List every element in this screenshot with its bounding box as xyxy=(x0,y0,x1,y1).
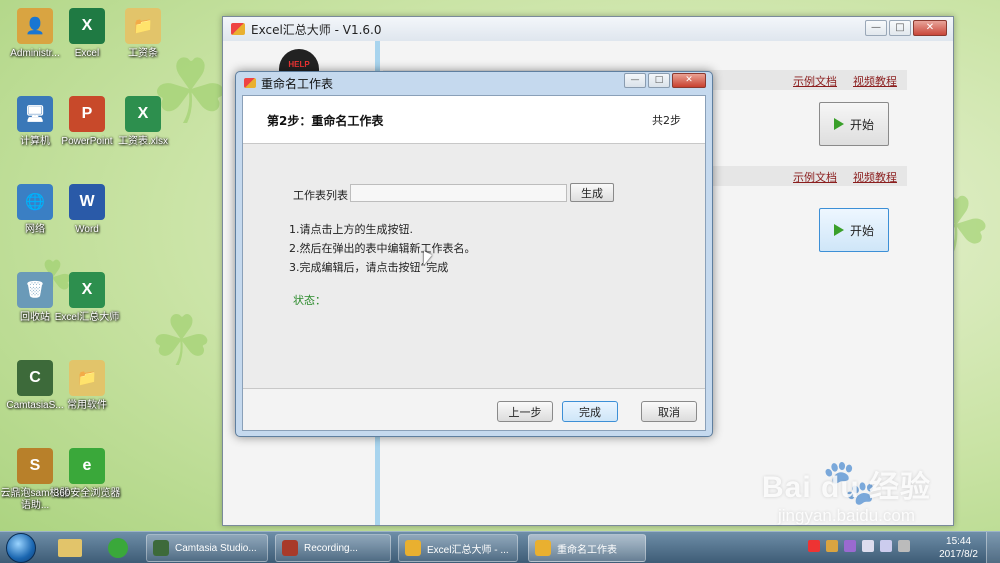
dialog-title: 重命名工作表 xyxy=(261,76,334,91)
network-icon[interactable] xyxy=(880,540,892,552)
main-window-title: Excel汇总大师 - V1.6.0 xyxy=(251,22,382,37)
video-tutorial-link[interactable]: 视频教程 xyxy=(853,169,897,185)
cancel-button[interactable]: 取消 xyxy=(641,401,697,422)
desktop-icon-glyph: 👤 xyxy=(17,8,53,44)
clock-date: 2017/8/2 xyxy=(939,549,978,560)
sample-doc-link[interactable]: 示例文档 xyxy=(793,169,837,185)
taskbar-item-label: Camtasia Studio... xyxy=(175,542,257,554)
ime-icon[interactable] xyxy=(808,540,820,552)
instruction-step-1: 1.请点击上方的生成按钮. xyxy=(289,223,413,236)
rename-sheet-dialog[interactable]: 重命名工作表 — □ ✕ 第2步：重命名工作表 共2步 工作表列表： 生成 1.… xyxy=(235,71,713,437)
desktop-icon-glyph: e xyxy=(69,448,105,484)
browser-pin-icon[interactable] xyxy=(98,536,138,560)
desktop-icon[interactable]: X 工资表.xlsx xyxy=(108,96,178,148)
taskbar-item-label: 重命名工作表 xyxy=(557,544,617,556)
desktop-icon-glyph: 📁 xyxy=(69,360,105,396)
desktop-icon-label: 工资条 xyxy=(128,48,158,59)
dialog-body: 第2步：重命名工作表 共2步 工作表列表： 生成 1.请点击上方的生成按钮. 2… xyxy=(242,95,706,431)
desktop-icon-label: Word xyxy=(75,224,99,235)
watermark-logo: Bai du 经验 xyxy=(762,471,932,504)
play-icon xyxy=(833,224,844,236)
desktop-icon-label: 360安全浏览器 xyxy=(53,488,121,499)
desktop-icon[interactable]: e 360安全浏览器 xyxy=(52,448,122,500)
taskbar-item[interactable]: 重命名工作表 xyxy=(528,534,646,562)
dialog-footer: 上一步 完成 取消 xyxy=(243,388,705,430)
desktop-icon-glyph: C xyxy=(17,360,53,396)
show-desktop-button[interactable] xyxy=(986,532,1000,563)
dialog-maximize-button[interactable]: □ xyxy=(648,73,670,88)
dialog-app-icon xyxy=(244,78,256,88)
sample-doc-link[interactable]: 示例文档 xyxy=(793,73,837,89)
start-button-label: 开始 xyxy=(849,117,874,132)
desktop-icon[interactable]: W Word xyxy=(52,184,122,236)
system-tray xyxy=(808,540,910,552)
desktop-icon-label: 工资表.xlsx xyxy=(118,136,168,147)
video-tutorial-link[interactable]: 视频教程 xyxy=(853,73,897,89)
taskbar-item-label: Excel汇总大师 - ... xyxy=(427,544,509,556)
play-icon xyxy=(833,118,844,130)
taskbar-item[interactable]: Recording... xyxy=(275,534,391,562)
tray-app-icon[interactable] xyxy=(898,540,910,552)
clock[interactable]: 15:44 2017/8/2 xyxy=(939,535,978,561)
generate-button[interactable]: 生成 xyxy=(570,183,614,202)
desktop-icon-label: 常用软件 xyxy=(67,400,107,411)
start-button-label: 开始 xyxy=(849,223,874,238)
instruction-step-2: 2.然后在弹出的表中编辑新工作表名。 xyxy=(289,242,476,255)
start-button[interactable]: 开始 xyxy=(819,208,889,252)
taskbar-app-icon xyxy=(405,540,421,556)
dialog-minimize-button[interactable]: — xyxy=(624,73,646,88)
desktop-icon[interactable]: 📁 常用软件 xyxy=(52,360,122,412)
main-titlebar[interactable]: Excel汇总大师 - V1.6.0 xyxy=(223,17,953,41)
taskbar-item[interactable]: Camtasia Studio... xyxy=(146,534,268,562)
taskbar-item[interactable]: Excel汇总大师 - ... xyxy=(398,534,518,562)
previous-step-button[interactable]: 上一步 xyxy=(497,401,553,422)
volume-icon[interactable] xyxy=(862,540,874,552)
mouse-cursor-icon xyxy=(424,251,432,265)
sheet-list-input[interactable] xyxy=(350,184,567,202)
desktop-icon-glyph: P xyxy=(69,96,105,132)
minimize-button[interactable]: — xyxy=(865,20,887,36)
finish-button[interactable]: 完成 xyxy=(562,401,618,422)
desktop-icon-glyph: S xyxy=(17,448,53,484)
taskbar-app-icon xyxy=(535,540,551,556)
desktop-icon-glyph: X xyxy=(125,96,161,132)
desktop-icon-glyph: X xyxy=(69,272,105,308)
watermark-url: jingyan.baidu.com xyxy=(777,506,916,525)
dialog-close-button[interactable]: ✕ xyxy=(672,73,706,88)
dialog-header: 第2步：重命名工作表 共2步 xyxy=(243,96,705,144)
maximize-button[interactable]: □ xyxy=(889,20,911,36)
taskbar-app-icon xyxy=(153,540,169,556)
desktop-icon-label: Excel汇总大师 xyxy=(54,312,120,323)
clock-time: 15:44 xyxy=(946,536,972,547)
desktop-icon[interactable]: X Excel汇总大师 xyxy=(52,272,122,324)
main-window-controls: — □ ✕ xyxy=(865,20,947,36)
robot-logo-text: HELP xyxy=(288,59,310,69)
explorer-pin-icon[interactable] xyxy=(50,536,90,560)
clover-decoration: ☘ xyxy=(150,300,213,382)
tray-app-icon[interactable] xyxy=(844,540,856,552)
desktop-icon-glyph: 🖥 xyxy=(17,96,53,132)
desktop-icon-glyph: 🗑 xyxy=(17,272,53,308)
start-button[interactable]: 开始 xyxy=(819,102,889,146)
desktop-icon-glyph: 📁 xyxy=(125,8,161,44)
taskbar-item-label: Recording... xyxy=(304,542,358,554)
step-title: 第2步：重命名工作表 xyxy=(267,114,384,128)
desktop-icon-glyph: X xyxy=(69,8,105,44)
desktop-icon-glyph: W xyxy=(69,184,105,220)
status-label: 状态： xyxy=(293,294,326,307)
step-count: 共2步 xyxy=(652,114,681,127)
app-icon xyxy=(231,23,245,35)
close-button[interactable]: ✕ xyxy=(913,20,947,36)
desktop-icon[interactable]: 📁 工资条 xyxy=(108,8,178,60)
taskbar-app-icon xyxy=(282,540,298,556)
taskbar: Camtasia Studio... Recording... Excel汇总大师 … xyxy=(0,531,1000,563)
dialog-window-controls: — □ ✕ xyxy=(624,73,706,88)
tray-app-icon[interactable] xyxy=(826,540,838,552)
baidu-jingyan-watermark: Bai du 经验 jingyan.baidu.com xyxy=(762,462,931,526)
desktop-icon-glyph: 🌐 xyxy=(17,184,53,220)
start-menu-icon[interactable] xyxy=(6,533,36,563)
